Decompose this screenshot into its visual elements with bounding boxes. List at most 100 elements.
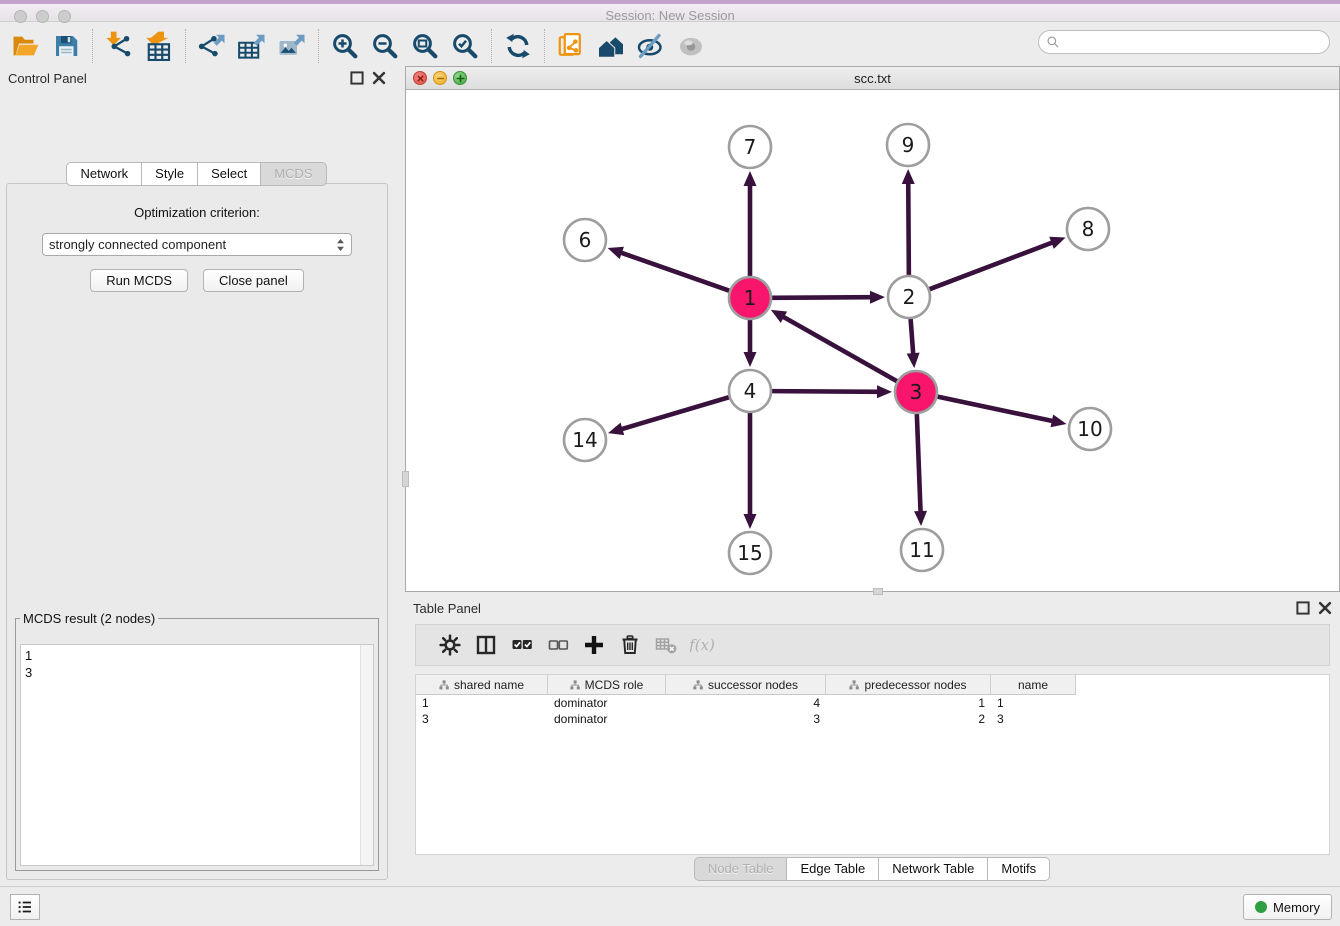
- graph-edge-4-15[interactable]: [744, 413, 757, 529]
- graph-node-6[interactable]: 6: [564, 219, 606, 261]
- table-row[interactable]: 1dominator411: [416, 695, 1329, 711]
- graph-node-11[interactable]: 11: [901, 529, 943, 571]
- graph-node-3[interactable]: 3: [895, 371, 937, 413]
- graph-edge-2-9[interactable]: [902, 169, 915, 275]
- zoom-out-button[interactable]: [365, 28, 405, 64]
- graph-edge-1-4[interactable]: [744, 320, 757, 367]
- hide-selected-button[interactable]: [631, 28, 671, 64]
- copy-network-button[interactable]: [551, 28, 591, 64]
- tab-network[interactable]: Network: [66, 162, 142, 186]
- select-all-columns-button[interactable]: [504, 628, 540, 662]
- table-panel-float-button[interactable]: [1296, 601, 1310, 615]
- control-panel-float-button[interactable]: [350, 71, 364, 85]
- import-network-button[interactable]: [99, 28, 139, 64]
- graph-node-14[interactable]: 14: [564, 419, 606, 461]
- table-row[interactable]: 3dominator323: [416, 711, 1329, 727]
- network-window-titlebar[interactable]: scc.txt: [406, 67, 1339, 90]
- delete-table-button[interactable]: [648, 628, 684, 662]
- graph-node-9[interactable]: 9: [887, 124, 929, 166]
- graph-node-4[interactable]: 4: [729, 370, 771, 412]
- table-cell[interactable]: 3: [416, 711, 548, 727]
- table-cell[interactable]: 3: [991, 711, 1076, 727]
- delete-column-button[interactable]: [612, 628, 648, 662]
- graph-node-1[interactable]: 1: [729, 277, 771, 319]
- table-cell[interactable]: dominator: [548, 711, 666, 727]
- open-session-button[interactable]: [6, 28, 46, 64]
- svg-text:15: 15: [737, 541, 762, 565]
- horizontal-splitter-handle[interactable]: [873, 588, 883, 595]
- zoom-selected-button[interactable]: [445, 28, 485, 64]
- graph-edge-4-14[interactable]: [608, 397, 729, 435]
- tab-select[interactable]: Select: [197, 162, 261, 186]
- table-panel-header: Table Panel: [405, 596, 1340, 620]
- tab-node-table[interactable]: Node Table: [694, 857, 788, 881]
- table-cell[interactable]: 1: [416, 695, 548, 711]
- app-titlebar: Session: New Session: [0, 0, 1340, 22]
- graph-edge-2-8[interactable]: [930, 237, 1066, 289]
- node-table-body: 1dominator4113dominator323: [416, 695, 1329, 727]
- apply-layout-button[interactable]: [498, 28, 538, 64]
- table-cell[interactable]: 4: [666, 695, 826, 711]
- tab-edge-table[interactable]: Edge Table: [786, 857, 879, 881]
- graph-node-15[interactable]: 15: [729, 532, 771, 574]
- mcds-result-scrollbar[interactable]: [360, 645, 373, 865]
- vertical-splitter-handle[interactable]: [402, 471, 409, 487]
- mcds-result-textarea[interactable]: 1 3: [20, 644, 374, 866]
- graph-edge-3-10[interactable]: [938, 397, 1067, 428]
- graph-edge-4-3[interactable]: [772, 385, 892, 398]
- table-settings-button[interactable]: [432, 628, 468, 662]
- column-header-shared-name[interactable]: shared name: [416, 675, 548, 695]
- table-cell[interactable]: 1: [991, 695, 1076, 711]
- column-header-predecessor-nodes[interactable]: predecessor nodes: [826, 675, 991, 695]
- show-columns-button[interactable]: [468, 628, 504, 662]
- svg-text:14: 14: [572, 428, 597, 452]
- export-image-button[interactable]: [272, 28, 312, 64]
- graph-edge-3-11[interactable]: [914, 414, 927, 526]
- table-cell[interactable]: 3: [666, 711, 826, 727]
- run-mcds-button[interactable]: Run MCDS: [90, 269, 188, 292]
- criterion-select[interactable]: strongly connected component: [42, 233, 352, 256]
- control-panel-close-button[interactable]: [372, 71, 386, 85]
- tab-style[interactable]: Style: [141, 162, 198, 186]
- memory-button[interactable]: Memory: [1243, 894, 1332, 920]
- table-cell[interactable]: 2: [826, 711, 991, 727]
- network-canvas[interactable]: 7 9 6 8 1 2 4 3 14 10 15 11: [406, 90, 1339, 591]
- graph-edge-1-7[interactable]: [744, 171, 757, 276]
- graph-node-10[interactable]: 10: [1069, 408, 1111, 450]
- zoom-fit-button[interactable]: [405, 28, 445, 64]
- add-column-button[interactable]: [576, 628, 612, 662]
- search-box[interactable]: [1038, 30, 1330, 54]
- graph-node-7[interactable]: 7: [729, 126, 771, 168]
- network-window-title: scc.txt: [406, 71, 1339, 86]
- table-cell[interactable]: 1: [826, 695, 991, 711]
- table-cell[interactable]: dominator: [548, 695, 666, 711]
- svg-text:9: 9: [902, 133, 915, 157]
- task-history-button[interactable]: [10, 894, 40, 920]
- search-icon: [1046, 35, 1060, 49]
- export-network-button[interactable]: [192, 28, 232, 64]
- tab-network-table[interactable]: Network Table: [878, 857, 988, 881]
- column-header-name[interactable]: name: [991, 675, 1076, 695]
- export-table-button[interactable]: [232, 28, 272, 64]
- show-all-button[interactable]: [671, 28, 711, 64]
- first-neighbors-button[interactable]: [591, 28, 631, 64]
- function-builder-button[interactable]: f(x): [684, 628, 720, 662]
- graph-node-2[interactable]: 2: [888, 276, 930, 318]
- import-table-button[interactable]: [139, 28, 179, 64]
- graph-edge-3-1[interactable]: [771, 310, 897, 381]
- zoom-in-button[interactable]: [325, 28, 365, 64]
- tab-motifs[interactable]: Motifs: [987, 857, 1050, 881]
- column-header-MCDS-role[interactable]: MCDS role: [548, 675, 666, 695]
- mcds-panel: Optimization criterion: strongly connect…: [6, 183, 388, 880]
- table-panel-close-button[interactable]: [1318, 601, 1332, 615]
- save-session-button[interactable]: [46, 28, 86, 64]
- graph-edge-1-6[interactable]: [608, 247, 730, 291]
- column-header-successor-nodes[interactable]: successor nodes: [666, 675, 826, 695]
- deselect-all-columns-button[interactable]: [540, 628, 576, 662]
- graph-edge-1-2[interactable]: [772, 291, 885, 304]
- close-panel-button[interactable]: Close panel: [203, 269, 304, 292]
- search-input[interactable]: [1060, 35, 1329, 50]
- tab-mcds[interactable]: MCDS: [260, 162, 326, 186]
- graph-edge-2-3[interactable]: [907, 319, 920, 368]
- graph-node-8[interactable]: 8: [1067, 208, 1109, 250]
